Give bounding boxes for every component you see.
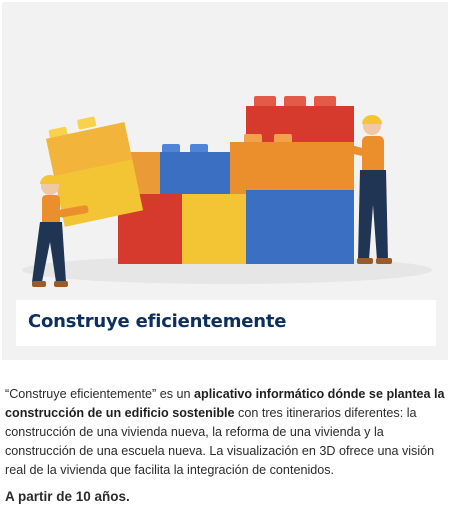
blue-block-bottom (246, 190, 354, 264)
orange-block-middle (230, 134, 354, 194)
blue-block-middle (157, 144, 231, 196)
hero-illustration: Construye eficientemente (2, 2, 448, 360)
red-block-top (246, 96, 354, 144)
yellow-block-bottom (182, 194, 248, 264)
age-label: A partir de 10 años. (5, 489, 130, 504)
description-paragraph: “Construye eficientemente” es un aplicat… (5, 385, 445, 480)
title-box: Construye eficientemente (16, 300, 436, 346)
description-prefix: “Construye eficientemente” es un (5, 387, 194, 401)
card-title: Construye eficientemente (28, 311, 287, 332)
